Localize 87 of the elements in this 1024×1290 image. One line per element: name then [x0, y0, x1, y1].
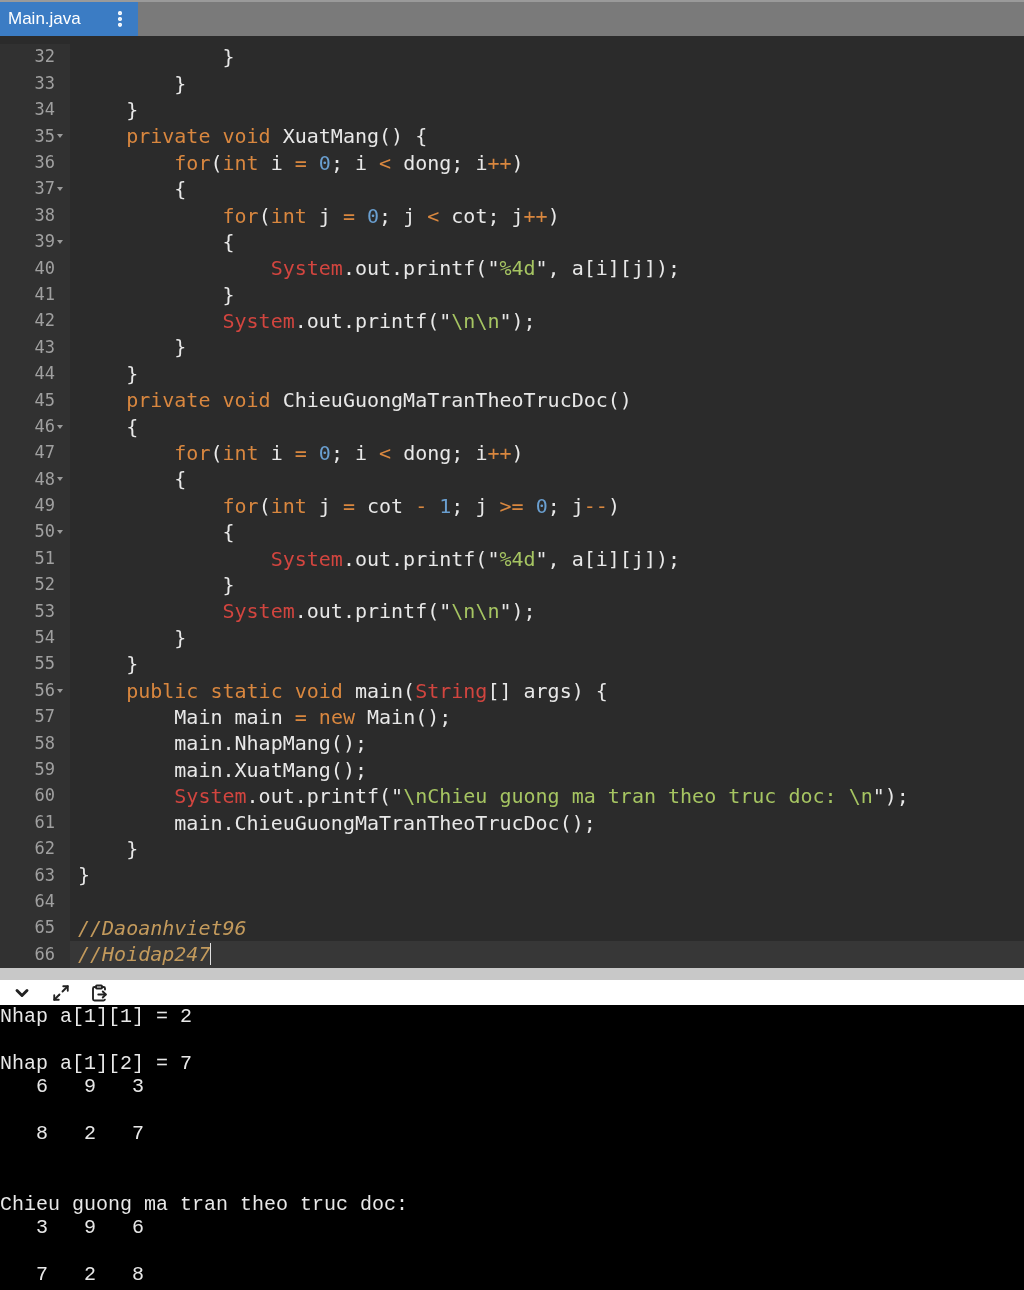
code-line: }: [221, 284, 235, 305]
console-line: Chieu guong ma tran theo truc doc:: [0, 1194, 409, 1215]
console-line: Nhap a[1][2] = 7: [0, 1053, 193, 1074]
code-line: System.out.printf("\nChieu guong ma tran theo truc doc: \n");: [173, 786, 909, 807]
code-line: {: [173, 469, 187, 490]
expand-arrows-icon[interactable]: [52, 983, 70, 1002]
code-line: System.out.printf("\n\n");: [221, 311, 536, 332]
code-line: {: [173, 179, 187, 200]
code-line: //Hoidap247: [77, 944, 211, 965]
line-number: 44: [34, 362, 55, 386]
line-number: 42: [34, 309, 55, 333]
line-number: 63: [34, 863, 55, 887]
line-number: 43: [34, 335, 55, 359]
code-line: }: [125, 654, 139, 675]
line-number: 49: [34, 494, 55, 518]
text-cursor: [210, 943, 212, 966]
code-line: }: [125, 838, 139, 859]
code-line: private void XuatMang() {: [125, 126, 428, 147]
code-line: }: [173, 627, 187, 648]
code-line: }: [77, 865, 91, 886]
fold-caret-icon[interactable]: [57, 239, 63, 244]
line-number: 57: [34, 705, 55, 729]
fold-caret-icon[interactable]: [57, 187, 63, 192]
line-number: 55: [34, 652, 55, 676]
line-number: 46: [34, 414, 55, 438]
code-line: System.out.printf("%4d", a[i][j]);: [269, 258, 681, 279]
code-line: main.ChieuGuongMaTranTheoTrucDoc();: [173, 812, 596, 833]
line-number: 35: [34, 124, 55, 148]
fold-caret-icon[interactable]: [57, 134, 63, 139]
code-line: public static void main(String[] args) {: [125, 680, 608, 701]
line-number: 38: [34, 203, 55, 227]
line-number: 51: [34, 546, 55, 570]
code-line: for(int j = 0; j < cot; j++): [221, 205, 560, 226]
line-number: 32: [34, 45, 55, 69]
code-line: for(int j = cot - 1; j >= 0; j--): [221, 495, 620, 516]
line-number: 40: [34, 256, 55, 280]
line-number: 41: [34, 282, 55, 306]
fold-caret-icon[interactable]: [57, 424, 63, 429]
code-line: }: [173, 337, 187, 358]
line-number: 58: [34, 731, 55, 755]
line-number: 65: [34, 916, 55, 940]
code-line: //Daoanhviet96: [77, 918, 247, 939]
console-line: 7 2 8: [35, 1265, 145, 1286]
line-number: 56: [34, 678, 55, 702]
code-line: Main main = new Main();: [173, 706, 452, 727]
code-line: main.XuatMang();: [173, 759, 367, 780]
line-number: 36: [34, 151, 55, 174]
code-line: System.out.printf("%4d", a[i][j]);: [269, 548, 681, 569]
line-number: 39: [34, 230, 55, 254]
console-line: 8 2 7: [35, 1124, 145, 1145]
code-line: {: [125, 416, 139, 437]
console-line: 6 9 3: [35, 1077, 145, 1098]
code-line: }: [221, 47, 235, 68]
line-number: 33: [34, 71, 55, 95]
clipboard-icon[interactable]: [90, 983, 108, 1002]
code-line: System.out.printf("\n\n");: [221, 601, 536, 622]
file-tab[interactable]: Main.java: [0, 2, 138, 36]
line-number: 47: [34, 441, 55, 465]
line-number: 64: [34, 889, 55, 913]
code-line: {: [221, 231, 235, 252]
code-line: {: [221, 522, 235, 543]
line-number: 52: [34, 573, 55, 597]
line-number: 53: [34, 599, 55, 623]
code-line: private void ChieuGuongMaTranTheoTrucDoc(): [125, 390, 632, 411]
line-number: 54: [34, 626, 55, 650]
code-line: }: [125, 99, 139, 120]
line-number: 66: [34, 942, 55, 966]
code-line: }: [173, 73, 187, 94]
code-line: main.NhapMang();: [173, 733, 367, 754]
line-number: 59: [34, 758, 55, 781]
line-number: 60: [34, 784, 55, 808]
line-number: 50: [34, 520, 55, 544]
console-line: 3 9 6: [35, 1218, 145, 1239]
line-number: 48: [34, 467, 55, 491]
code-line: }: [125, 363, 139, 384]
line-number: 62: [34, 837, 55, 861]
code-line: }: [221, 575, 235, 595]
line-number: 45: [34, 388, 55, 412]
code-line: for(int i = 0; i < dong; i++): [173, 152, 524, 173]
fold-caret-icon[interactable]: [57, 688, 63, 693]
console-line: Nhap a[1][1] = 2: [0, 1006, 193, 1027]
code-line: for(int i = 0; i < dong; i++): [173, 443, 524, 464]
line-number: 34: [34, 98, 55, 122]
line-number: 61: [34, 810, 55, 834]
line-number: 37: [34, 177, 55, 201]
fold-caret-icon[interactable]: [57, 530, 63, 535]
fold-caret-icon[interactable]: [57, 477, 63, 482]
